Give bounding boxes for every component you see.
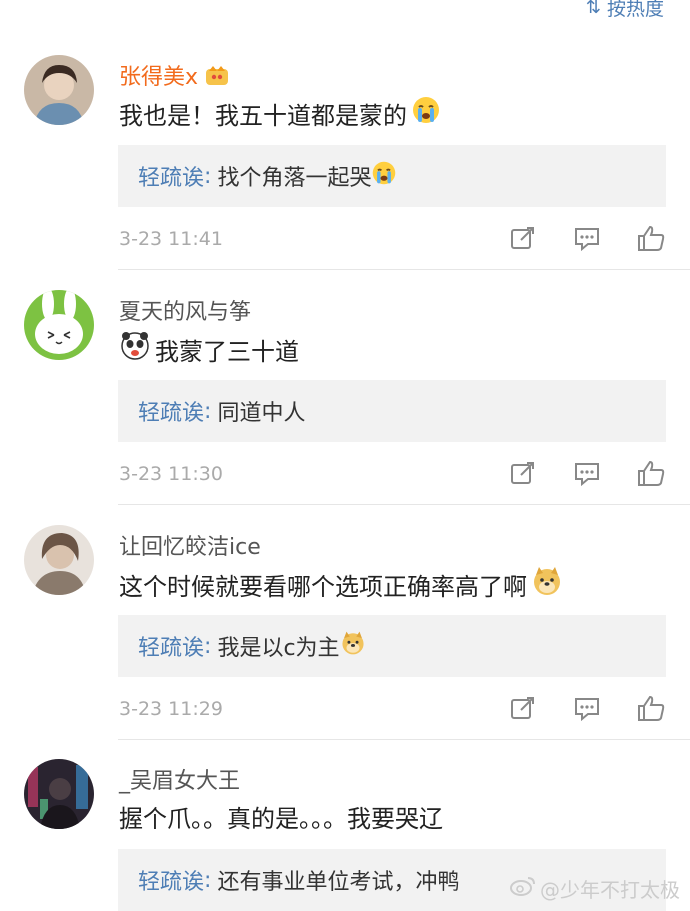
username-text: 张得美x (119, 65, 199, 90)
avatar[interactable] (24, 525, 94, 595)
comment-username[interactable]: 让回忆皎洁ice (119, 529, 261, 561)
reply-separator: : (204, 867, 212, 893)
sort-icon: ⇅ (585, 0, 601, 18)
comment-icon[interactable] (572, 224, 602, 252)
reply-box[interactable]: 轻疏诶 : 我是以c为主 (118, 615, 666, 677)
comment-text-content: 我也是！我五十道都是蒙的 (119, 101, 407, 130)
share-icon[interactable] (508, 459, 538, 487)
reply-box[interactable]: 轻疏诶 : 找个角落一起哭 (118, 145, 666, 207)
reply-separator: : (204, 633, 212, 659)
comment-divider (118, 739, 690, 740)
comment-text-content: 握个爪。。真的是。。。我要哭辽 (119, 805, 443, 833)
comment-timestamp: 3-23 11:29 (119, 698, 223, 720)
comment-text: 我蒙了三十道 (119, 330, 299, 368)
doge-emoji-icon (531, 565, 563, 603)
crown-icon (204, 63, 230, 87)
share-icon[interactable] (508, 224, 538, 252)
reply-username[interactable]: 轻疏诶 (138, 864, 204, 896)
comment-divider (118, 269, 690, 270)
share-icon[interactable] (508, 694, 538, 722)
doge-emoji-icon (340, 630, 366, 662)
like-icon[interactable] (636, 459, 666, 487)
like-icon[interactable] (636, 694, 666, 722)
comment-text: 我也是！我五十道都是蒙的 (119, 95, 441, 131)
avatar[interactable] (24, 290, 94, 360)
reply-separator: : (204, 163, 212, 189)
sort-by-heat-control[interactable]: ⇅ 按热度 (586, 0, 664, 21)
comment-timestamp: 3-23 11:41 (119, 228, 223, 250)
comment-icon[interactable] (572, 694, 602, 722)
comment-text: 这个时候就要看哪个选项正确率高了啊 (119, 565, 563, 603)
comment-text-content: 我蒙了三十道 (155, 337, 299, 366)
avatar[interactable] (24, 55, 94, 125)
comment-text: 握个爪。。真的是。。。我要哭辽 (119, 799, 443, 834)
comment-actions (508, 459, 666, 487)
reply-username[interactable]: 轻疏诶 (138, 395, 204, 427)
avatar[interactable] (24, 759, 94, 829)
reply-text: 还有事业单位考试，冲鸭 (217, 870, 460, 895)
reply-text: 我是以c为主 (217, 636, 340, 661)
reply-username[interactable]: 轻疏诶 (138, 630, 204, 662)
comment-divider (118, 504, 690, 505)
comment-timestamp: 3-23 11:30 (119, 463, 223, 485)
sort-label: 按热度 (606, 0, 664, 20)
comment-icon[interactable] (572, 459, 602, 487)
like-icon[interactable] (636, 224, 666, 252)
reply-separator: : (204, 398, 212, 424)
reply-username[interactable]: 轻疏诶 (138, 160, 204, 192)
comment-username[interactable]: _吴眉女大王 (119, 763, 240, 795)
crying-emoji-icon (411, 95, 441, 131)
reply-box[interactable]: 轻疏诶 : 同道中人 (118, 380, 666, 442)
weibo-logo-icon (510, 875, 536, 902)
comment-username[interactable]: 张得美x (119, 59, 230, 91)
comment-username[interactable]: 夏天的风与筝 (119, 294, 251, 326)
comment-actions (508, 694, 666, 722)
reply-text: 同道中人 (217, 401, 306, 426)
watermark-text: @少年不打太极 (540, 878, 680, 902)
weibo-watermark: @少年不打太极 (510, 874, 680, 903)
crying-emoji-icon (371, 160, 397, 192)
panda-emoji-icon (119, 330, 151, 368)
comment-actions (508, 224, 666, 252)
comment-text-content: 这个时候就要看哪个选项正确率高了啊 (119, 572, 527, 601)
reply-text: 找个角落一起哭 (217, 166, 372, 191)
